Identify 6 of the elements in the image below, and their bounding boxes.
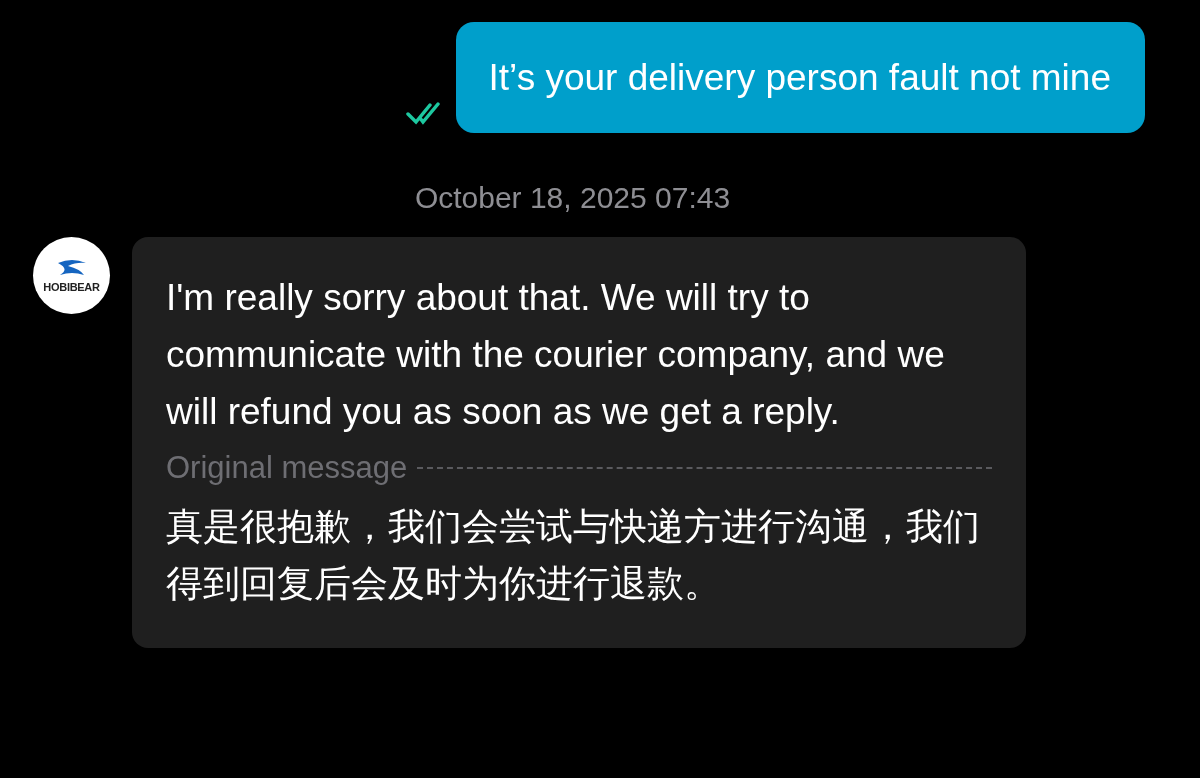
original-message-text: 真是很抱歉，我们会尝试与快递方进行沟通，我们得到回复后会及时为你进行退款。 <box>166 505 981 606</box>
original-message-label: Original message <box>166 450 408 486</box>
timestamp: October 18, 2025 07:43 <box>414 181 731 215</box>
avatar-label: HOBIBEAR <box>43 280 100 293</box>
message-text: I'm really sorry about that. We will try to communicate with the courier company, and we will refund you as soon as we get a reply. <box>166 276 946 434</box>
message-bubble: It’s your delivery person fault not mine <box>455 22 1145 133</box>
